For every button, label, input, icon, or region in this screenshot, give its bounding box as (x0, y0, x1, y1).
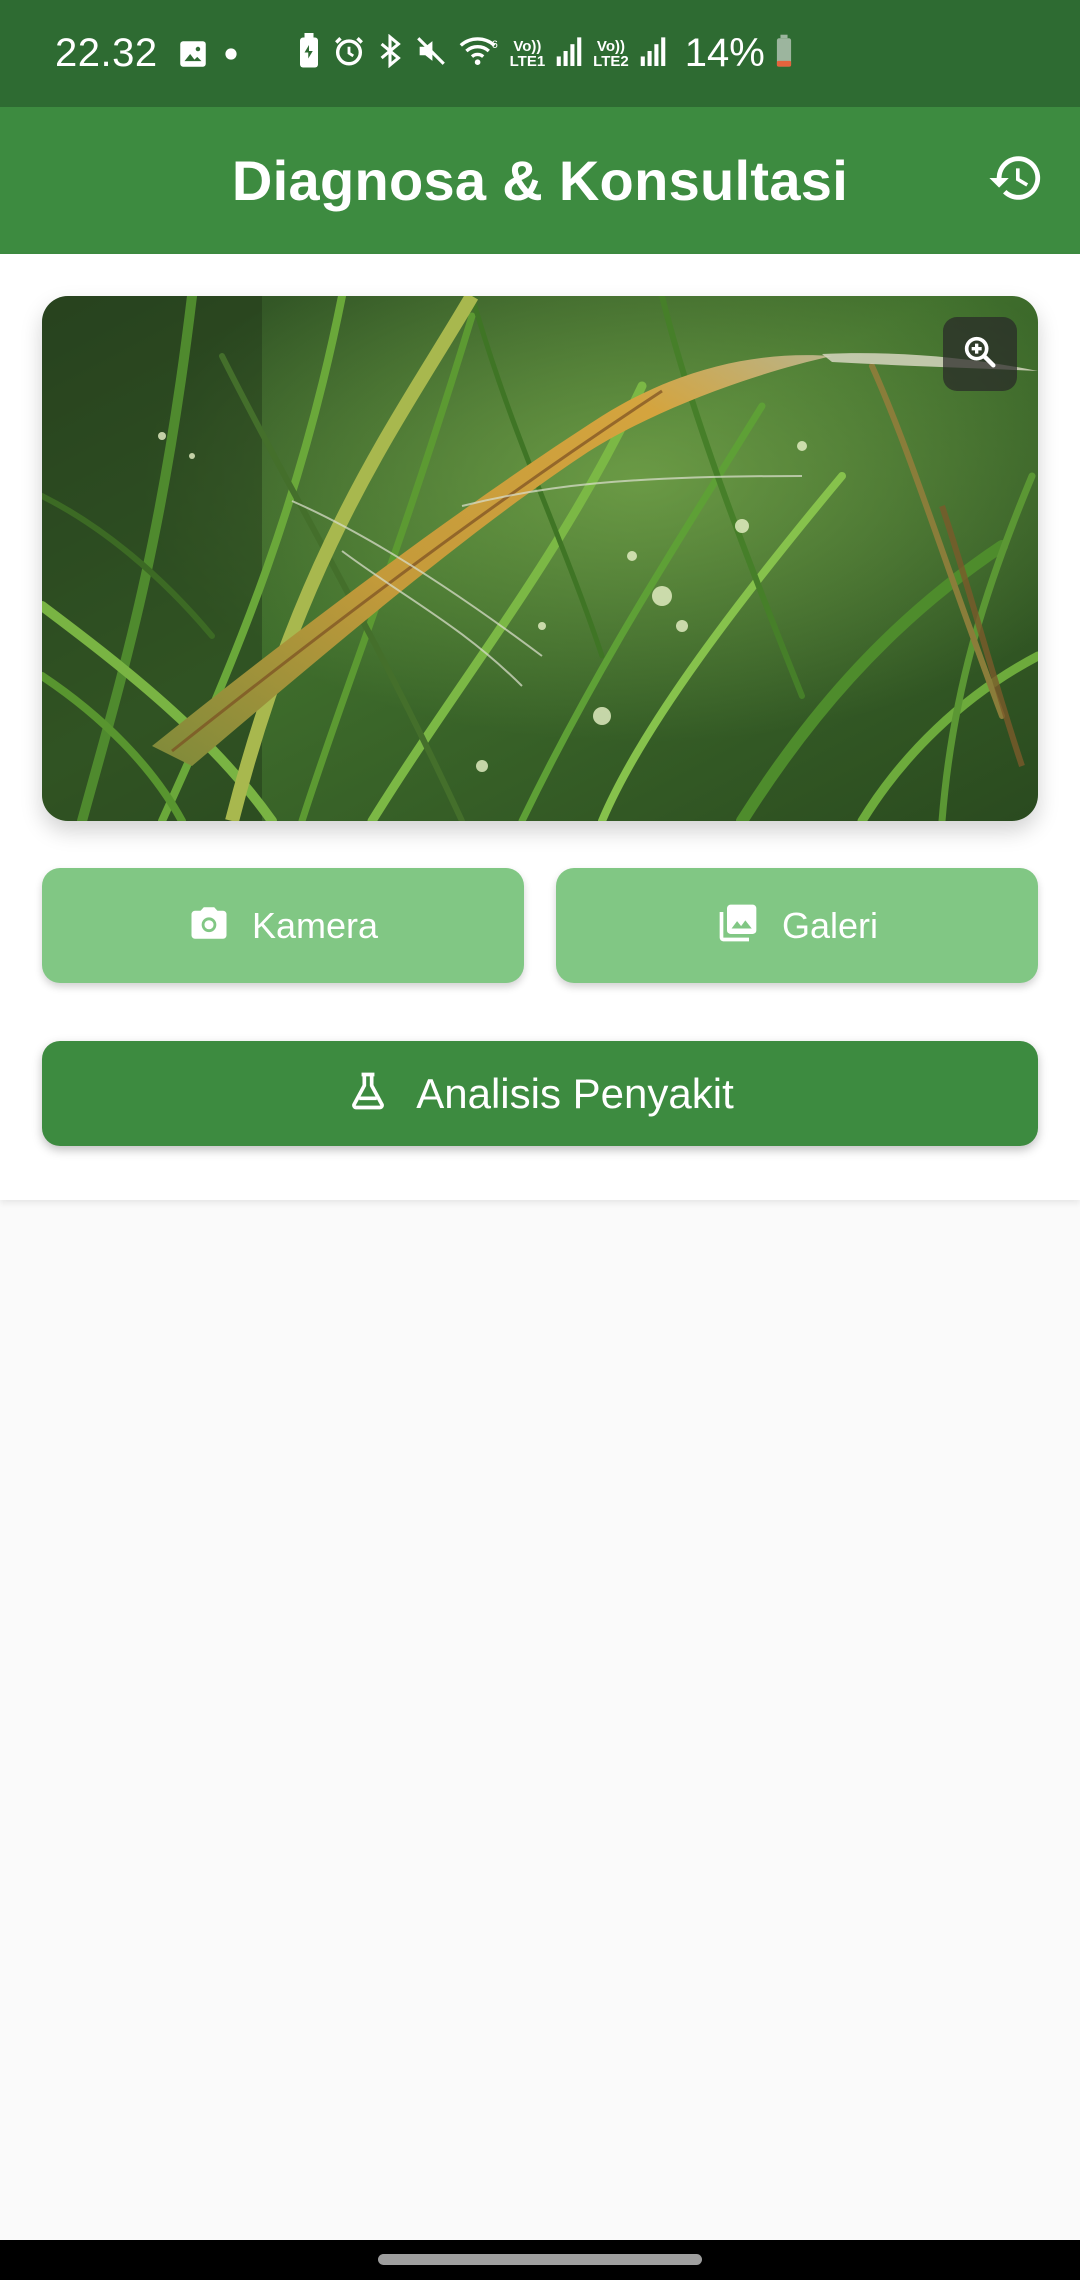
battery-saver-icon (296, 33, 322, 74)
leaf-photo (42, 296, 1038, 821)
status-time: 22.32 (55, 31, 158, 75)
sim1-volte: Vo)) (513, 37, 542, 55)
system-icons: 6 Vo)) LTE1 Vo)) LTE2 14% (296, 31, 793, 76)
sim2-volte: Vo)) (596, 37, 625, 55)
sim2-lte: LTE2 (593, 52, 629, 70)
dot-icon (224, 47, 238, 61)
camera-button[interactable]: Kamera (42, 868, 524, 983)
page-title: Diagnosa & Konsultasi (231, 149, 849, 212)
photo-library-icon (716, 901, 760, 950)
content-panel: Kamera Galeri Analisis Penyakit (0, 254, 1080, 1200)
history-button[interactable] (980, 144, 1052, 216)
mute-icon (414, 34, 448, 73)
analyze-disease-button[interactable]: Analisis Penyakit (42, 1041, 1038, 1146)
svg-text:6: 6 (491, 39, 497, 51)
signal-icon-2 (639, 36, 667, 71)
flask-icon (346, 1069, 390, 1118)
sim1-lte: LTE1 (509, 52, 546, 70)
zoom-in-icon (960, 332, 1000, 377)
gallery-label: Galeri (781, 904, 879, 946)
wifi-icon: 6 (458, 34, 500, 73)
image-source-buttons: Kamera Galeri (42, 868, 1038, 983)
zoom-button[interactable] (943, 317, 1017, 391)
analyze-label: Analisis Penyakit (416, 1069, 734, 1117)
battery-icon (775, 34, 793, 73)
navigation-bar (0, 2240, 1080, 2280)
home-indicator[interactable] (378, 2254, 702, 2265)
gallery-button[interactable]: Galeri (556, 868, 1038, 983)
sim2-label: Vo)) LTE2 (593, 39, 629, 69)
notification-icons (176, 37, 238, 71)
battery-percent: 14% (684, 31, 765, 75)
image-icon (176, 37, 210, 71)
alarm-icon (332, 34, 366, 73)
camera-icon (188, 902, 230, 949)
plant-image-preview[interactable] (42, 296, 1038, 821)
history-icon (987, 149, 1045, 212)
status-bar: 22.32 6 Vo)) LTE1 Vo)) LTE2 14% (0, 0, 1080, 107)
bluetooth-icon (376, 33, 404, 73)
signal-icon (555, 36, 583, 71)
app-bar: Diagnosa & Konsultasi (0, 107, 1080, 254)
camera-label: Kamera (251, 904, 379, 946)
sim1-label: Vo)) LTE1 (510, 39, 546, 69)
